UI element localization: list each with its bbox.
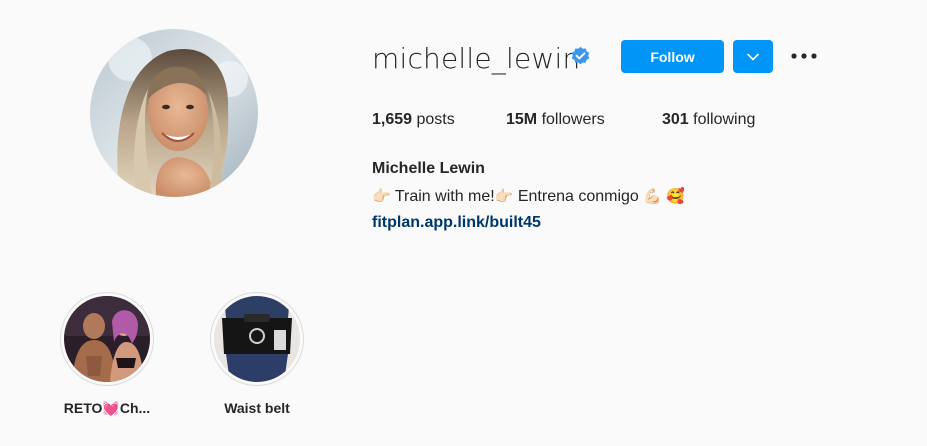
following-count-label: following bbox=[688, 111, 756, 128]
bio-website-link[interactable]: fitplan.app.link/built45 bbox=[372, 211, 541, 235]
posts-count-value: 1,659 bbox=[372, 111, 413, 128]
highlight-ring bbox=[60, 292, 154, 386]
story-highlight-waist-belt[interactable]: Waist belt bbox=[197, 292, 317, 416]
chevron-down-icon bbox=[747, 53, 759, 60]
avatar-image bbox=[90, 29, 258, 197]
posts-count-label: posts bbox=[412, 111, 455, 128]
flexed-bicep-emoji: 💪🏻 bbox=[643, 187, 662, 205]
posts-count: 1,659 posts bbox=[372, 109, 455, 131]
profile-bio: 👉🏻 Train with me!👉🏻 Entrena conmigo 💪🏻 🥰 bbox=[372, 184, 685, 209]
suggested-accounts-dropdown-button[interactable] bbox=[733, 40, 773, 73]
profile-username: michelle_lewin bbox=[372, 42, 581, 75]
more-options-button[interactable] bbox=[788, 44, 820, 68]
profile-page: michelle_lewin Follow 1,659 posts 15M fo… bbox=[0, 0, 927, 446]
profile-full-name: Michelle Lewin bbox=[372, 160, 485, 177]
bio-text-part1: Train with me! bbox=[390, 188, 495, 205]
highlight-cover-image bbox=[214, 296, 300, 382]
following-link[interactable]: 301 following bbox=[662, 109, 755, 131]
profile-avatar[interactable] bbox=[90, 29, 258, 197]
verified-badge-icon bbox=[571, 46, 590, 65]
highlight-ring bbox=[210, 292, 304, 386]
highlight-label: RETO💓Ch... bbox=[63, 400, 151, 416]
following-count-value: 301 bbox=[662, 111, 689, 128]
more-horizontal-icon bbox=[791, 53, 817, 59]
followers-count-label: followers bbox=[537, 111, 605, 128]
highlight-label: Waist belt bbox=[224, 400, 290, 416]
highlight-cover-image bbox=[64, 296, 150, 382]
followers-link[interactable]: 15M followers bbox=[506, 109, 605, 131]
followers-count-value: 15M bbox=[506, 111, 538, 128]
bio-text-part2: Entrena conmigo bbox=[513, 188, 639, 205]
story-highlight-reto[interactable]: RETO💓Ch... bbox=[47, 292, 167, 417]
smiling-face-hearts-emoji: 🥰 bbox=[666, 187, 686, 205]
follow-button[interactable]: Follow bbox=[621, 40, 724, 73]
pointing-hand-emoji: 👉🏻 bbox=[494, 187, 514, 205]
pointing-hand-emoji: 👉🏻 bbox=[372, 187, 391, 205]
